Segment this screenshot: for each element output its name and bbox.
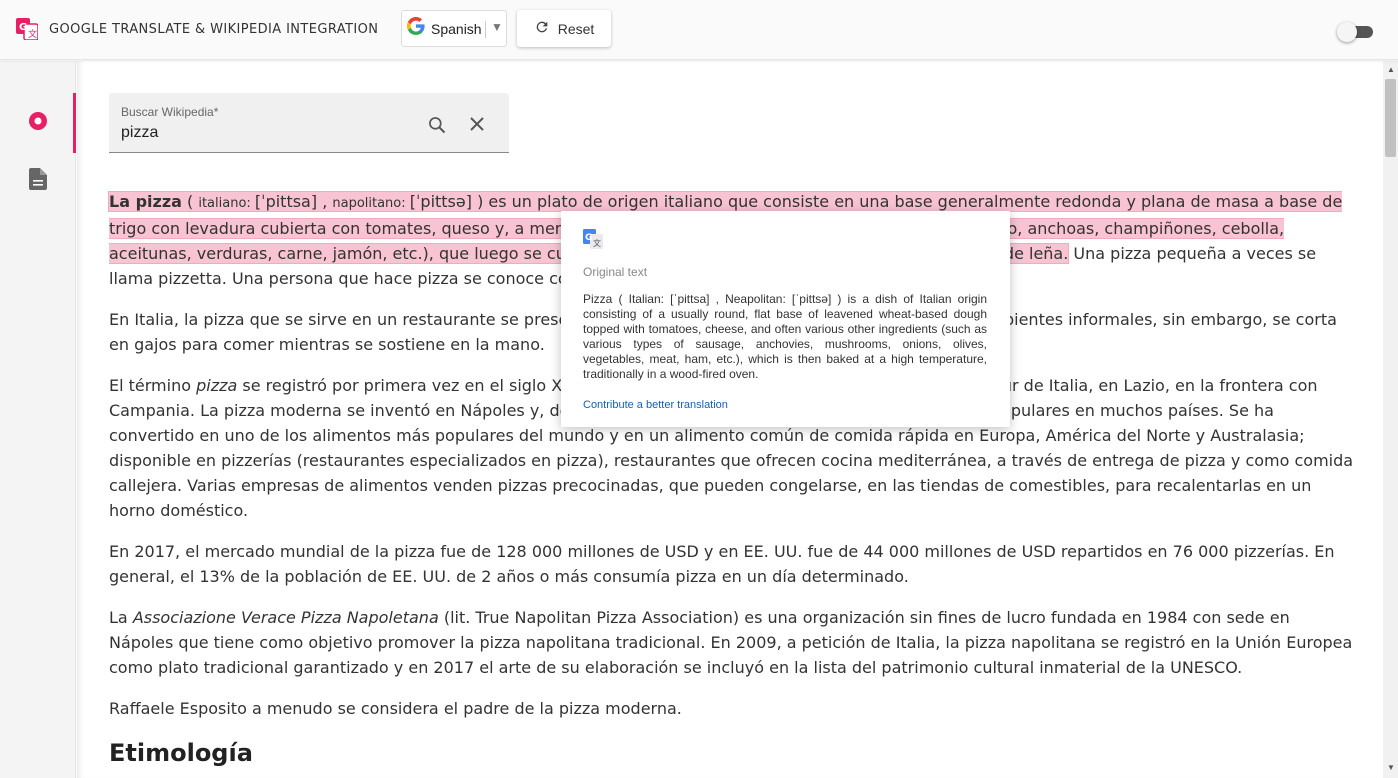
close-icon[interactable] bbox=[469, 116, 485, 137]
caret-down-icon: ▼ bbox=[491, 20, 503, 34]
translation-popup: G 文 Original text Pizza ( Italian: [ˈpit… bbox=[561, 211, 1010, 427]
svg-text:G: G bbox=[585, 233, 592, 243]
refresh-icon bbox=[534, 19, 550, 38]
text: Associazione Verace Pizza Napoletana bbox=[132, 608, 439, 627]
sidebar-item-record[interactable] bbox=[0, 93, 76, 153]
article-paragraph: En 2017, el mercado mundial de la pizza … bbox=[109, 542, 1335, 586]
article-paragraph: Raffaele Esposito a menudo se considera … bbox=[109, 699, 682, 718]
svg-text:G: G bbox=[19, 22, 27, 33]
reset-button[interactable]: Reset bbox=[517, 10, 611, 47]
lang-label: italiano: bbox=[198, 196, 255, 211]
ipa-pronunciation: [ˈpittsa] bbox=[254, 192, 323, 211]
toggle-knob bbox=[1337, 22, 1357, 42]
divider bbox=[485, 21, 486, 38]
record-icon bbox=[28, 111, 48, 136]
contribute-translation-link[interactable]: Contribute a better translation bbox=[583, 399, 728, 411]
text: ( bbox=[181, 192, 199, 211]
google-g-icon bbox=[406, 16, 425, 40]
language-select[interactable]: Spanish ▼ bbox=[401, 10, 507, 47]
sidebar-item-document[interactable] bbox=[0, 151, 76, 211]
top-app-bar: G 文 GOOGLE TRANSLATE & WIKIPEDIA INTEGRA… bbox=[0, 0, 1398, 60]
app-title: GOOGLE TRANSLATE & WIKIPEDIA INTEGRATION bbox=[49, 22, 379, 37]
sidebar bbox=[0, 61, 76, 778]
lang-label: napolitano: bbox=[332, 196, 410, 211]
popup-title: Original text bbox=[583, 265, 648, 279]
section-heading: Etimología bbox=[109, 739, 253, 767]
search-icon[interactable] bbox=[427, 115, 447, 140]
scroll-thumb[interactable] bbox=[1385, 79, 1396, 157]
language-select-value: Spanish bbox=[431, 20, 482, 37]
ipa-pronunciation: [ˈpittsə] bbox=[409, 192, 478, 211]
text: , bbox=[322, 192, 333, 211]
article-term: La pizza bbox=[109, 192, 182, 211]
translate-logo-icon: G 文 bbox=[16, 18, 39, 41]
text: El término bbox=[109, 376, 197, 395]
wikipedia-search-field[interactable]: Buscar Wikipedia* bbox=[109, 93, 509, 153]
google-translate-icon: G 文 bbox=[583, 229, 603, 254]
document-icon bbox=[29, 167, 47, 195]
search-label: Buscar Wikipedia* bbox=[121, 105, 219, 119]
text: pizza bbox=[196, 376, 238, 395]
reset-button-label: Reset bbox=[557, 20, 595, 37]
svg-text:文: 文 bbox=[28, 28, 37, 40]
vertical-scrollbar[interactable]: ▲ ▼ bbox=[1383, 61, 1398, 778]
scroll-up-arrow-icon[interactable]: ▲ bbox=[1387, 65, 1395, 74]
dark-mode-toggle[interactable] bbox=[1337, 22, 1373, 42]
original-text: Pizza ( Italian: [ˈpittsa] , Neapolitan:… bbox=[583, 292, 987, 381]
search-input[interactable] bbox=[121, 121, 401, 145]
article-paragraph: La Associazione Verace Pizza Napoletana … bbox=[109, 605, 1354, 680]
text: La bbox=[109, 608, 133, 627]
scroll-down-arrow-icon[interactable]: ▼ bbox=[1387, 763, 1395, 772]
svg-text:文: 文 bbox=[593, 238, 601, 248]
